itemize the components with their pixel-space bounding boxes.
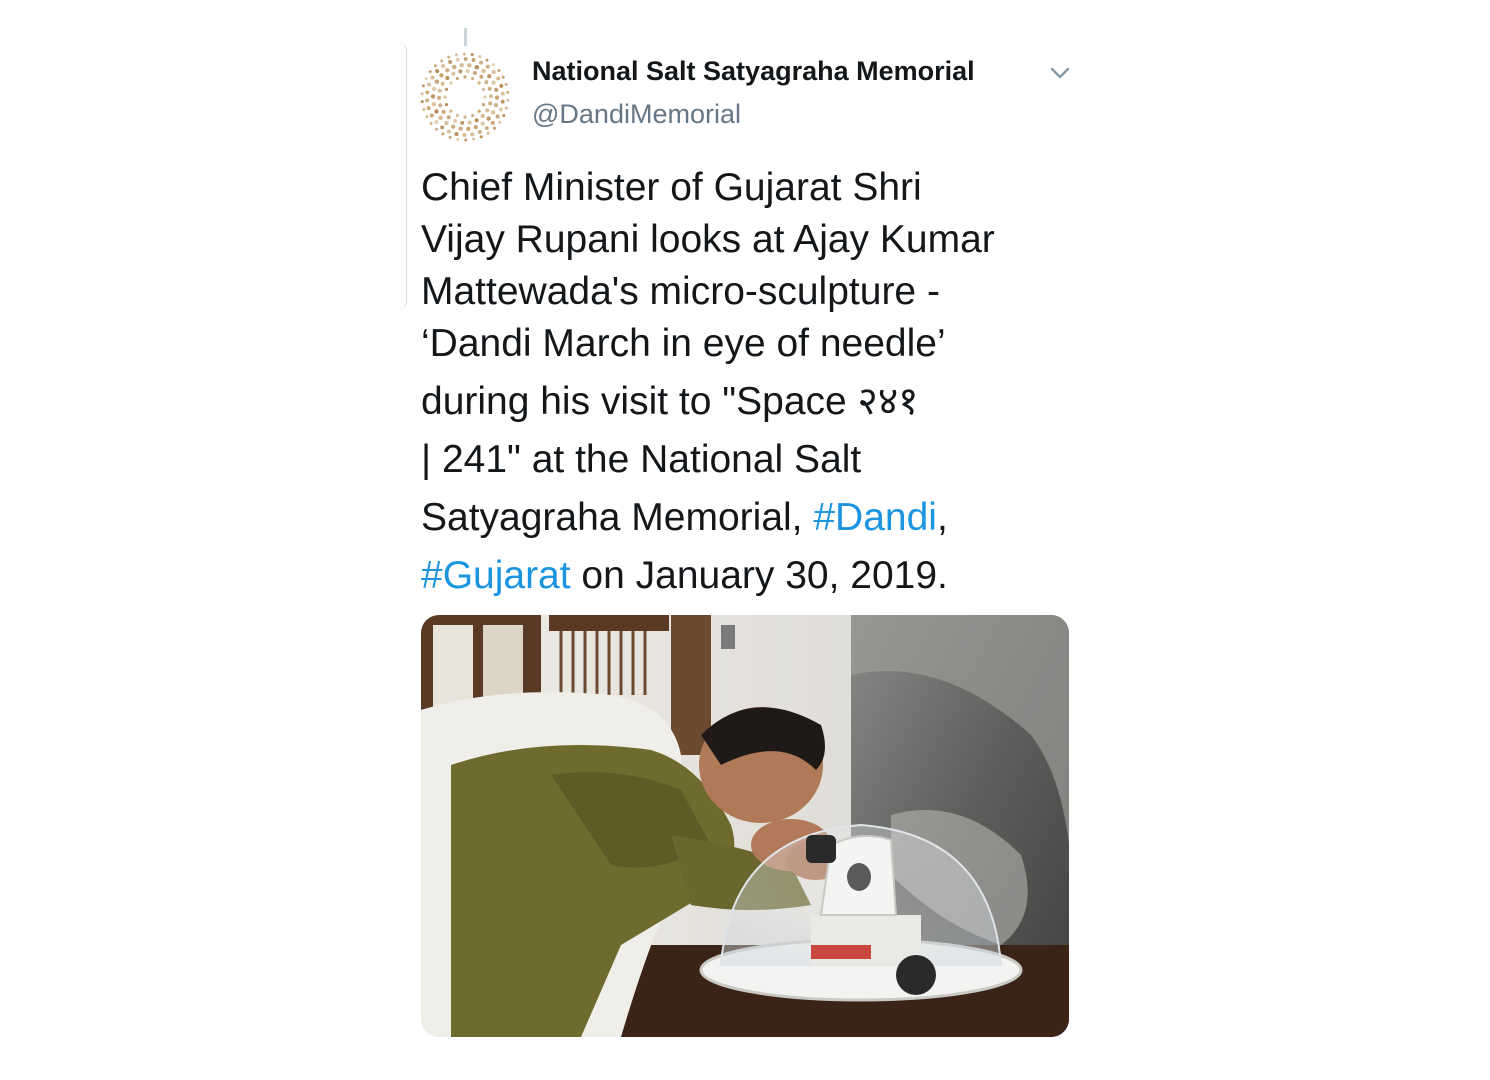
- tweet-text-segment: ‘Dandi March in eye of needle’: [421, 322, 946, 365]
- hashtag-link[interactable]: #Dandi: [813, 496, 937, 539]
- tweet-text-segment: during his visit to "Space २४१: [421, 380, 919, 423]
- tweet-text-line: Mattewada's micro-sculpture -: [421, 266, 1061, 318]
- tweet-text-segment: ,: [936, 496, 948, 539]
- tweet-text-line: #Gujarat on January 30, 2019.: [421, 550, 1061, 602]
- tweet-text-line: during his visit to "Space २४१: [421, 376, 1061, 428]
- tweet-text-segment: | 241" at the National Salt: [421, 438, 862, 481]
- chevron-down-icon: [1050, 67, 1070, 79]
- tweet-text-segment: Vijay Rupani looks at Ajay Kumar: [421, 218, 995, 261]
- card-edge-divider: [398, 42, 407, 310]
- tweet-text-segment: Mattewada's micro-sculpture -: [421, 270, 940, 313]
- tweet-text-segment: Chief Minister of Gujarat Shri: [421, 166, 922, 209]
- tweet-text-line: | 241" at the National Salt: [421, 434, 1061, 486]
- account-handle[interactable]: @DandiMemorial: [532, 99, 741, 130]
- memorial-logo-icon: [420, 52, 510, 142]
- avatar[interactable]: [420, 52, 510, 142]
- tweet-text-segment: on January 30, 2019.: [570, 554, 948, 597]
- thread-connector: [464, 28, 467, 46]
- account-name[interactable]: National Salt Satyagraha Memorial: [532, 56, 975, 87]
- tweet-text-line: ‘Dandi March in eye of needle’: [421, 318, 1061, 370]
- tweet-text-line: Chief Minister of Gujarat Shri: [421, 162, 1061, 214]
- man-looking-into-microscope-photo: [421, 615, 1069, 1037]
- tweet-menu-button[interactable]: [1046, 62, 1074, 84]
- tweet-card: National Salt Satyagraha Memorial @Dandi…: [0, 0, 1490, 1080]
- tweet-text-segment: Satyagraha Memorial,: [421, 496, 814, 539]
- tweet-photo[interactable]: [421, 615, 1069, 1037]
- tweet-text-line: Vijay Rupani looks at Ajay Kumar: [421, 214, 1061, 266]
- tweet-text: Chief Minister of Gujarat Shri Vijay Rupa…: [421, 162, 1061, 602]
- tweet-text-line: Satyagraha Memorial, #Dandi,: [421, 492, 1061, 544]
- hashtag-link[interactable]: #Gujarat: [421, 554, 571, 597]
